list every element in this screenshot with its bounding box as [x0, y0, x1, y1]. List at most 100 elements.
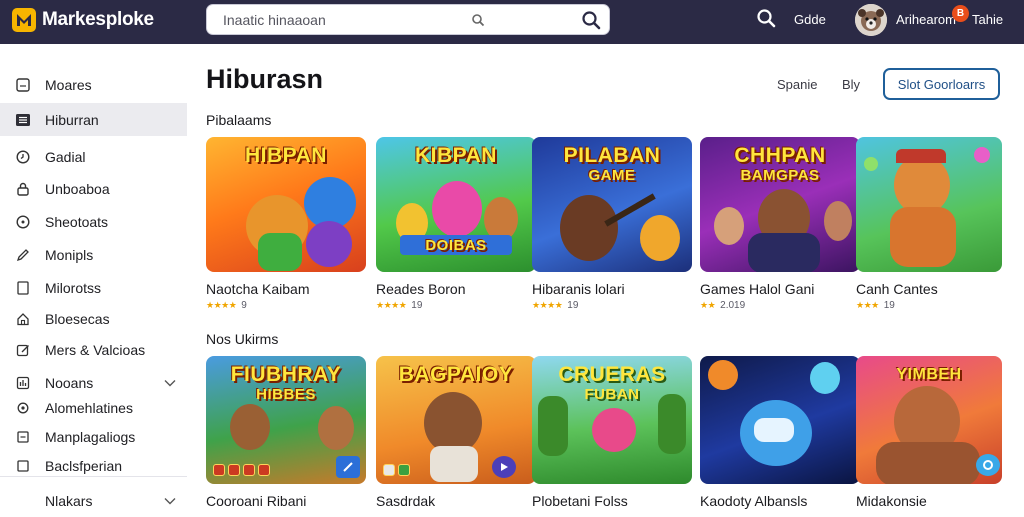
card-rating: ★★★★ 9 [206, 300, 366, 311]
badge-row [213, 464, 270, 476]
thumbnail-caption: PILABAN GAME [563, 144, 661, 185]
card-rating: ★★★★ 19 [376, 300, 536, 311]
gear-icon [15, 400, 31, 416]
card-title[interactable]: Sasdrdak [376, 493, 536, 509]
primary-action-button[interactable]: Slot Goorloarrs [883, 68, 1000, 100]
game-thumbnail[interactable]: FIUBHRAY HIBBES [206, 356, 366, 484]
game-card[interactable]: CHHPAN BAMGPAS Games Halol Gani ★★ 2.019 [700, 137, 860, 311]
rating-count: 2.019 [720, 300, 746, 311]
username[interactable]: Arihearom [896, 12, 956, 27]
card-title[interactable]: Reades Boron [376, 281, 536, 297]
game-card[interactable]: FIUBHRAY HIBBES Cooroani Ribani [206, 356, 366, 509]
game-thumbnail[interactable]: HIBPAN [206, 137, 366, 272]
game-thumbnail[interactable]: KIBPAN DOIBAS [376, 137, 536, 272]
user-menu-label[interactable]: Tahie [972, 12, 1003, 27]
game-card[interactable]: KIBPAN DOIBAS Reades Boron ★★★★ 19 [376, 137, 536, 311]
rating-count: 19 [883, 300, 895, 311]
logo-icon [12, 8, 36, 32]
sidebar-item-label: Unboaboa [45, 180, 110, 197]
square-icon [15, 77, 31, 93]
card-title[interactable]: Kaodoty Albansls [700, 493, 860, 509]
game-thumbnail[interactable]: PILABAN GAME [532, 137, 692, 272]
search-input[interactable]: Inaatic hinaaoan [223, 12, 609, 28]
box-icon [15, 458, 31, 474]
game-thumbnail[interactable] [700, 356, 860, 484]
header-search-icon[interactable] [756, 8, 776, 33]
play-icon[interactable] [492, 456, 516, 478]
badge-row [383, 464, 410, 476]
chevron-down-icon[interactable] [164, 374, 176, 392]
thumbnail-caption: BAGPAIOY [398, 363, 514, 386]
sidebar-item-label: Mers & Valcioas [45, 341, 146, 358]
sidebar-item-label: Nooans [45, 374, 94, 391]
sidebar-item-label: Monipls [45, 246, 94, 263]
game-thumbnail[interactable]: YIMBEH [856, 356, 1002, 484]
sidebar-item-label: Manplagaliogs [45, 428, 136, 445]
section-title: Pibalaams [206, 112, 272, 128]
play-icon[interactable] [336, 456, 360, 478]
circle-icon [15, 214, 31, 230]
card-title[interactable]: Naotcha Kaibam [206, 281, 366, 297]
search-hint-icon [471, 13, 485, 32]
sidebar-item-moares[interactable]: Moares [0, 68, 187, 101]
card-rating: ★★★ 19 [856, 300, 1016, 311]
sidebar-item-nlakars[interactable]: Nlakars [0, 484, 187, 517]
game-thumbnail[interactable]: BAGPAIOY [376, 356, 536, 484]
box-icon [15, 429, 31, 445]
game-thumbnail[interactable]: CRUERAS FUBAN [532, 356, 692, 484]
sidebar-item-label: Hiburran [45, 111, 99, 128]
card-title[interactable]: Plobetani Folss [532, 493, 692, 509]
page-title: Hiburasn [206, 64, 324, 94]
game-card[interactable]: YIMBEH Midakonsie [856, 356, 1016, 509]
star-rating-icon: ★★★★ [532, 300, 563, 310]
card-title[interactable]: Midakonsie [856, 493, 1016, 509]
game-card[interactable]: CRUERAS FUBAN Plobetani Folss [532, 356, 692, 509]
brand-logo[interactable]: Markesploke [12, 8, 154, 32]
edit-icon [15, 342, 31, 358]
avatar[interactable] [855, 4, 887, 36]
sidebar-item-mers[interactable]: Mers & Valcioas [0, 333, 187, 366]
thumbnail-caption: YIMBEH [896, 366, 962, 383]
card-title[interactable]: Cooroani Ribani [206, 493, 366, 509]
card-title[interactable]: Canh Cantes [856, 281, 1016, 297]
sidebar-item-label: Sheotoats [45, 213, 109, 230]
sidebar-item-label: Nlakars [45, 492, 93, 509]
sidebar-divider [0, 476, 187, 477]
sidebar-item-unboaboa[interactable]: Unboaboa [0, 172, 187, 205]
header-link[interactable]: Gdde [794, 12, 826, 27]
sidebar-item-hiburran[interactable]: Hiburran [0, 103, 187, 136]
brand-name: Markesploke [42, 9, 154, 30]
sidebar-item-milorotss[interactable]: Milorotss [0, 271, 187, 304]
play-icon[interactable] [976, 454, 1000, 476]
game-card[interactable]: Canh Cantes ★★★ 19 [856, 137, 1016, 311]
rating-count: 9 [241, 300, 247, 311]
game-card[interactable]: HIBPAN Naotcha Kaibam ★★★★ 9 [206, 137, 366, 311]
game-card[interactable]: Kaodoty Albansls [700, 356, 860, 509]
game-card[interactable]: BAGPAIOY Sasdrdak [376, 356, 536, 509]
sidebar-item-gadial[interactable]: Gadial [0, 140, 187, 173]
card-rating: ★★ 2.019 [700, 300, 860, 311]
sidebar: Moares Hiburran Gadial Unboaboa Sheotoat… [0, 44, 187, 512]
card-title[interactable]: Hibaranis lolari [532, 281, 692, 297]
chevron-down-icon[interactable] [164, 492, 176, 510]
sidebar-item-bloesecas[interactable]: Bloesecas [0, 302, 187, 335]
sort-option-b[interactable]: Bly [842, 77, 860, 92]
search-bar[interactable]: Inaatic hinaaoan [206, 4, 610, 35]
sidebar-item-label: Baclsfperian [45, 457, 123, 474]
sort-option-a[interactable]: Spanie [777, 77, 817, 92]
sidebar-item-label: Gadial [45, 148, 86, 165]
thumbnail-caption: KIBPAN DOIBAS [415, 144, 497, 255]
game-card[interactable]: PILABAN GAME Hibaranis lolari ★★★★ 19 [532, 137, 692, 311]
sidebar-item-sheotoats[interactable]: Sheotoats [0, 205, 187, 238]
home-icon [15, 311, 31, 327]
top-bar: Markesploke Inaatic hinaaoan Gdde Arihea… [0, 0, 1024, 44]
game-thumbnail[interactable]: CHHPAN BAMGPAS [700, 137, 860, 272]
star-rating-icon: ★★★ [856, 300, 879, 310]
card-title[interactable]: Games Halol Gani [700, 281, 860, 297]
clock-icon [15, 149, 31, 165]
notification-badge[interactable]: B [952, 5, 969, 22]
search-icon[interactable] [581, 10, 601, 35]
game-thumbnail[interactable] [856, 137, 1002, 272]
sidebar-item-baclsfperian[interactable]: Baclsfperian [0, 449, 187, 482]
sidebar-item-monipls[interactable]: Monipls [0, 238, 187, 271]
